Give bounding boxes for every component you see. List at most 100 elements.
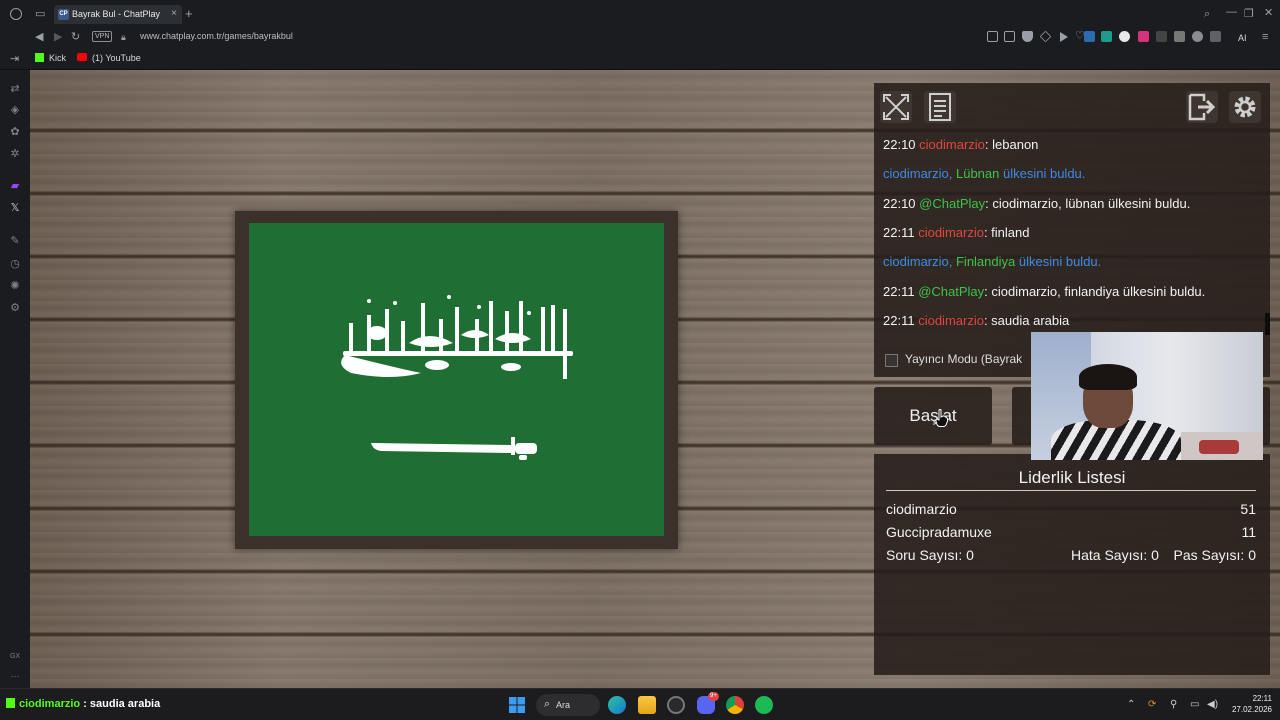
windows-start-icon[interactable] — [508, 696, 526, 714]
extension-tools-icon[interactable] — [1210, 31, 1221, 42]
clock-icon[interactable]: ◷ — [9, 258, 21, 270]
leaderboard-title: Liderlik Listesi — [1018, 468, 1126, 487]
chat-time: 22:11 — [883, 225, 915, 240]
extension-teal-icon[interactable] — [1101, 31, 1112, 42]
puzzle-icon[interactable]: ✲ — [9, 148, 21, 160]
chat-user: ciodimarzio — [919, 137, 985, 152]
opera-gx-logo-icon[interactable] — [10, 8, 22, 20]
ticker-user: ciodimarzio — [19, 698, 81, 710]
chat-text: : ciodimarzio, lübnan ülkesini buldu. — [985, 196, 1191, 211]
extension-white-icon[interactable] — [1119, 31, 1130, 42]
tray-overflow-icon[interactable]: ⌃ — [1127, 699, 1135, 710]
crop-icon[interactable] — [1004, 31, 1015, 42]
chat-user: @ChatPlay — [918, 284, 985, 299]
back-icon[interactable]: ◀ — [35, 31, 43, 43]
chat-text: : lebanon — [984, 137, 1039, 152]
shield-icon[interactable] — [1022, 31, 1033, 42]
translate-icon[interactable]: ⇄ — [9, 83, 21, 95]
snapshot-icon[interactable] — [987, 31, 998, 42]
chat-ticker: ciodimarzio : saudia arabia — [6, 698, 160, 710]
lock-icon: 🔒︎ — [121, 32, 126, 42]
tab-overview-icon[interactable]: ▭ — [35, 8, 45, 20]
leaderboard-score: 11 — [1241, 524, 1256, 540]
chat-text: : finland — [983, 225, 1030, 240]
error-count: Hata Sayısı: 0 — [1071, 547, 1159, 563]
leaderboard-stats: Soru Sayısı: 0 Hata Sayısı: 0 Pas Sayısı… — [886, 547, 1256, 563]
chrome-icon[interactable] — [726, 696, 744, 714]
vpn-badge[interactable]: VPN — [92, 31, 113, 42]
ticker-text: : saudia arabia — [80, 698, 161, 710]
more-icon[interactable]: ··· — [9, 670, 21, 682]
gear-icon[interactable] — [1229, 91, 1261, 123]
leaderboard-score: 51 — [1240, 501, 1256, 517]
chat-user: ciodimarzio — [918, 313, 984, 328]
menu-icon[interactable]: ≡ — [1262, 31, 1268, 43]
extension-puzzle-icon[interactable] — [1174, 31, 1185, 42]
chat-country: Finlandiya — [955, 254, 1016, 269]
display-icon[interactable]: ▭ — [1190, 699, 1199, 710]
leaderboard-row: ciodimarzio 51 — [886, 501, 1256, 517]
volume-icon[interactable]: ◀) — [1207, 699, 1218, 710]
bookmark-youtube[interactable]: (1) YouTube — [77, 53, 141, 63]
gx-label[interactable]: GX — [7, 651, 23, 663]
navigation-icon[interactable]: ◈ — [9, 104, 21, 116]
chat-message: 22:10 @ChatPlay: ciodimarzio, lübnan ülk… — [883, 196, 1190, 211]
url-field[interactable]: www.chatplay.com.tr/games/bayrakbul — [140, 31, 293, 41]
chat-time: 22:11 — [883, 313, 915, 328]
minimize-icon[interactable]: — — [1226, 6, 1237, 18]
leaderboard-name: Guccipradamuxe — [886, 524, 992, 540]
opera-gx-icon[interactable] — [667, 696, 685, 714]
streamer-mode-checkbox[interactable] — [885, 354, 898, 367]
kick-icon — [35, 53, 44, 62]
question-count: Soru Sayısı: 0 — [886, 547, 974, 563]
taskbar-clock[interactable]: 22:11 27.02.2026 — [1228, 693, 1272, 715]
restore-icon[interactable]: ❐ — [1244, 8, 1254, 20]
globe-icon[interactable]: ✺ — [9, 280, 21, 292]
exit-icon[interactable] — [1186, 91, 1218, 123]
file-explorer-icon[interactable] — [638, 696, 656, 714]
tray-app-icon[interactable]: ⟳ — [1148, 699, 1156, 710]
hand-cursor-icon — [935, 409, 949, 427]
search-tabs-icon[interactable]: ⌕ — [1204, 8, 1210, 20]
fullscreen-icon[interactable] — [880, 91, 912, 123]
close-tab-icon[interactable]: × — [171, 8, 177, 19]
bookmark-kick[interactable]: Kick — [35, 53, 66, 63]
feather-icon[interactable]: ✎ — [9, 235, 21, 247]
spotify-icon[interactable] — [755, 696, 773, 714]
sidebar-toggle-icon[interactable]: ⇥ — [10, 53, 19, 65]
taskbar-search[interactable]: ⌕ Ara — [536, 694, 600, 716]
browser-sidebar: ⇄ ◈ ✿ ✲ ▰ 𝕏 ✎ ◷ ✺ ⚙ GX ··· — [0, 70, 30, 688]
microphone-icon[interactable]: ⚲ — [1170, 699, 1177, 710]
extension-grey-icon[interactable] — [1156, 31, 1167, 42]
twitch-icon[interactable]: ▰ — [9, 180, 21, 192]
profile-avatar-icon[interactable] — [1192, 31, 1203, 42]
extension-blue-icon[interactable] — [1084, 31, 1095, 42]
x-icon[interactable]: 𝕏 — [9, 202, 21, 214]
chat-country: Lübnan — [955, 166, 1000, 181]
browser-tab-active[interactable]: CP Bayrak Bul - ChatPlay × — [54, 5, 182, 24]
search-icon: ⌕ — [544, 698, 551, 710]
gamepad-icon[interactable]: ✿ — [9, 126, 21, 138]
edge-icon[interactable] — [608, 696, 626, 714]
webcam-person-hair — [1079, 364, 1137, 390]
chat-user: ciodimarzio, — [883, 166, 953, 181]
close-window-icon[interactable]: ✕ — [1264, 7, 1273, 19]
clock-time: 22:11 — [1252, 694, 1272, 703]
start-button[interactable]: Başlat — [874, 387, 992, 445]
reload-icon[interactable]: ↻ — [71, 31, 80, 43]
new-tab-icon[interactable]: + — [185, 7, 193, 20]
play-icon[interactable] — [1058, 31, 1069, 42]
ai-label[interactable]: AI — [1238, 32, 1247, 44]
chat-message: 22:11 ciodimarzio: saudia arabia — [883, 313, 1069, 328]
browser-titlebar: ▭ CP Bayrak Bul - ChatPlay × + ⌕ — ❐ ✕ — [0, 0, 1280, 28]
document-icon[interactable] — [924, 91, 956, 123]
streamer-mode-label: Yayıncı Modu (Bayrak — [905, 352, 1023, 366]
forward-icon[interactable]: ▶ — [54, 31, 62, 43]
clock-date: 27.02.2026 — [1231, 705, 1272, 714]
extension-pink-icon[interactable] — [1138, 31, 1149, 42]
search-label: Ara — [556, 700, 571, 710]
settings-icon[interactable]: ⚙ — [9, 302, 21, 314]
chat-scrollbar[interactable] — [1265, 313, 1270, 335]
bookmarks-bar: ⇥ Kick (1) YouTube — [0, 48, 1280, 70]
leaderboard-row: Guccipradamuxe 11 — [886, 524, 1256, 540]
